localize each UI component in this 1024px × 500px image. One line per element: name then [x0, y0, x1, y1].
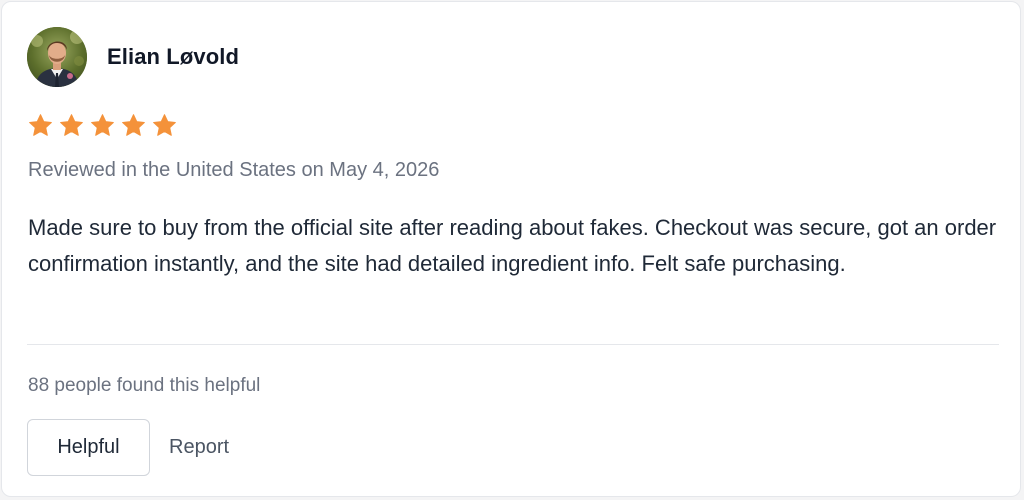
star-icon — [91, 114, 114, 136]
review-meta: Reviewed in the United States on May 4, … — [28, 159, 440, 181]
star-icon — [60, 114, 83, 136]
star-rating — [28, 113, 177, 138]
review-text: Made sure to buy from the official site … — [28, 215, 997, 276]
review-actions: Helpful Report — [27, 419, 229, 476]
star-icon — [122, 114, 145, 136]
divider — [27, 344, 999, 345]
reviewer-name: Elian Løvold — [107, 44, 239, 69]
review-card: Elian Løvold Reviewed in the United Stat… — [1, 1, 1021, 497]
helpful-button[interactable]: Helpful — [27, 419, 150, 476]
star-icon — [29, 114, 52, 136]
review-header: Elian Løvold — [27, 27, 239, 87]
star-icon — [153, 114, 176, 136]
avatar — [27, 27, 87, 87]
helpful-count: 88 people found this helpful — [28, 375, 261, 396]
report-link[interactable]: Report — [169, 436, 229, 459]
